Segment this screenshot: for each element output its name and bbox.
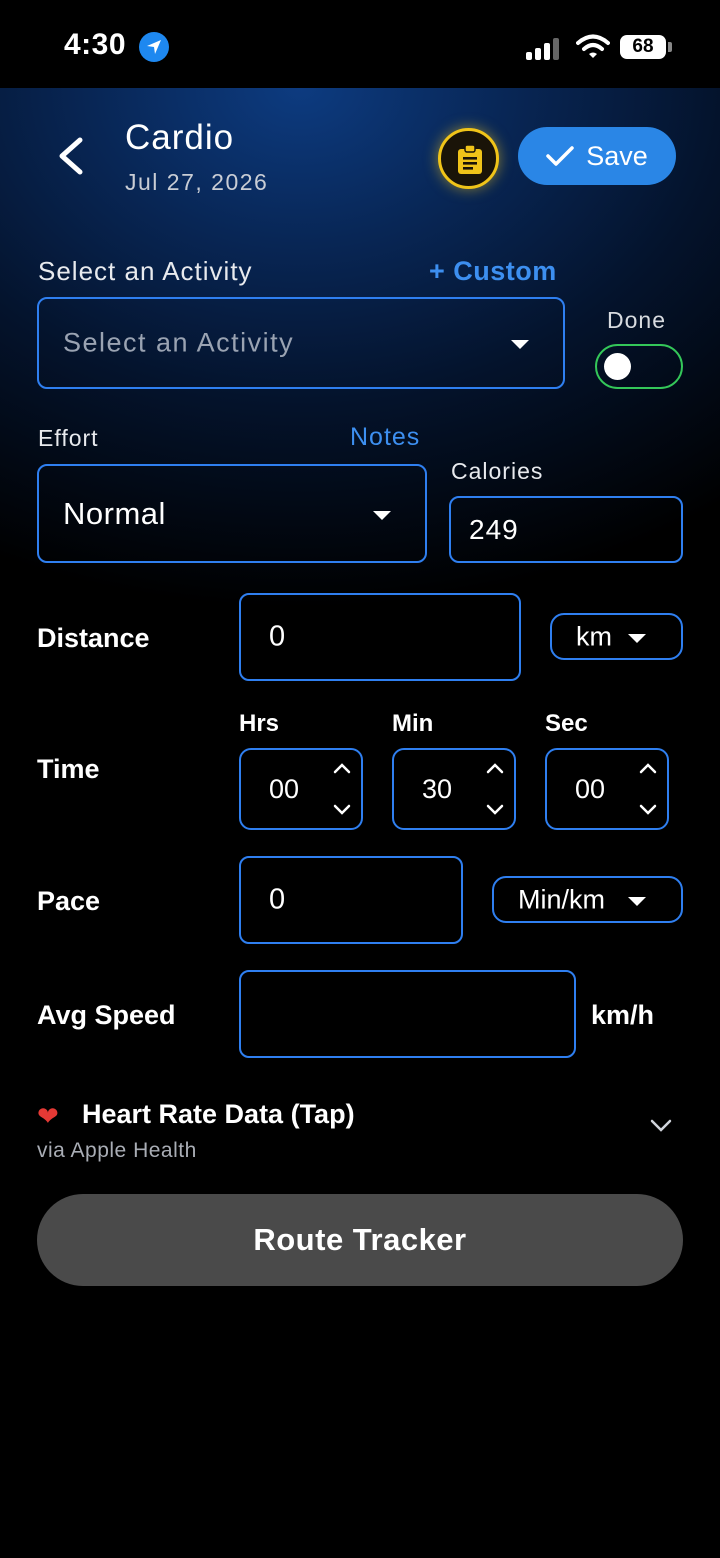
activity-select-placeholder: Select an Activity xyxy=(63,327,295,358)
pace-label: Pace xyxy=(37,886,101,916)
chevron-down-icon xyxy=(373,511,391,520)
battery-tip xyxy=(668,42,672,52)
workout-date[interactable]: Jul 27, 2026 xyxy=(125,169,268,196)
pace-value: 0 xyxy=(269,883,286,916)
pace-input[interactable]: 0 xyxy=(239,856,463,944)
battery-icon: 68 xyxy=(620,35,666,59)
hours-label: Hrs xyxy=(239,710,280,737)
chevron-down-icon[interactable] xyxy=(333,804,351,816)
heart-rate-title[interactable]: Heart Rate Data (Tap) xyxy=(82,1099,355,1130)
calories-value: 249 xyxy=(469,513,519,545)
avg-speed-unit: km/h xyxy=(591,1000,655,1030)
minutes-stepper[interactable]: 30 xyxy=(392,748,516,830)
chevron-down-icon xyxy=(628,897,646,906)
seconds-stepper[interactable]: 00 xyxy=(545,748,669,830)
location-arrow-icon xyxy=(139,32,169,62)
page-title: Cardio xyxy=(125,118,235,157)
custom-activity-link[interactable]: + Custom xyxy=(429,256,557,287)
save-button[interactable]: Save xyxy=(518,127,676,185)
distance-unit: km xyxy=(576,621,612,651)
done-toggle[interactable] xyxy=(595,344,683,389)
notes-link[interactable]: Notes xyxy=(350,423,420,452)
effort-select[interactable]: Normal xyxy=(37,464,427,563)
calories-input[interactable]: 249 xyxy=(449,496,683,563)
chevron-down-icon[interactable] xyxy=(486,804,504,816)
distance-unit-select[interactable]: km xyxy=(550,613,683,660)
chevron-up-icon[interactable] xyxy=(333,762,351,774)
distance-input[interactable]: 0 xyxy=(239,593,521,681)
distance-label: Distance xyxy=(37,623,150,653)
wifi-icon xyxy=(576,34,610,58)
effort-value: Normal xyxy=(63,495,166,531)
checkmark-icon xyxy=(546,146,574,166)
cellular-signal-icon xyxy=(526,36,562,60)
calories-label: Calories xyxy=(451,458,544,484)
done-label: Done xyxy=(607,307,666,333)
effort-label: Effort xyxy=(38,425,99,451)
chevron-up-icon[interactable] xyxy=(639,762,657,774)
clipboard-icon xyxy=(458,145,482,174)
seconds-value: 00 xyxy=(574,774,606,804)
activity-select[interactable]: Select an Activity xyxy=(37,297,565,389)
hours-value: 00 xyxy=(268,774,300,804)
save-label: Save xyxy=(586,140,648,171)
pace-unit: Min/km xyxy=(518,884,605,914)
chevron-left-icon xyxy=(59,137,83,175)
avg-speed-input[interactable] xyxy=(239,970,576,1058)
heart-icon: ❤ xyxy=(37,1101,59,1131)
chevron-down-icon[interactable] xyxy=(639,804,657,816)
heart-rate-subtitle: via Apple Health xyxy=(37,1139,197,1162)
chevron-down-icon xyxy=(511,340,529,349)
chevron-down-icon[interactable] xyxy=(649,1118,673,1134)
avg-speed-label: Avg Speed xyxy=(37,1000,176,1030)
chevron-down-icon xyxy=(628,634,646,643)
time-label: Time xyxy=(37,754,100,784)
activity-label: Select an Activity xyxy=(38,256,253,286)
notes-button[interactable] xyxy=(438,128,499,189)
minutes-label: Min xyxy=(392,710,434,737)
hours-stepper[interactable]: 00 xyxy=(239,748,363,830)
back-button[interactable] xyxy=(52,134,92,178)
distance-value: 0 xyxy=(269,620,286,653)
route-tracker-button[interactable]: Route Tracker xyxy=(37,1194,683,1286)
chevron-up-icon[interactable] xyxy=(486,762,504,774)
pace-unit-select[interactable]: Min/km xyxy=(492,876,683,923)
minutes-value: 30 xyxy=(421,774,453,804)
status-bar: 4:30 68 xyxy=(0,0,720,88)
cardio-screen: Cardio Jul 27, 2026 Save Select an Activ… xyxy=(0,88,720,1558)
toggle-knob xyxy=(604,353,631,380)
status-time: 4:30 xyxy=(64,28,127,61)
seconds-label: Sec xyxy=(545,710,588,737)
